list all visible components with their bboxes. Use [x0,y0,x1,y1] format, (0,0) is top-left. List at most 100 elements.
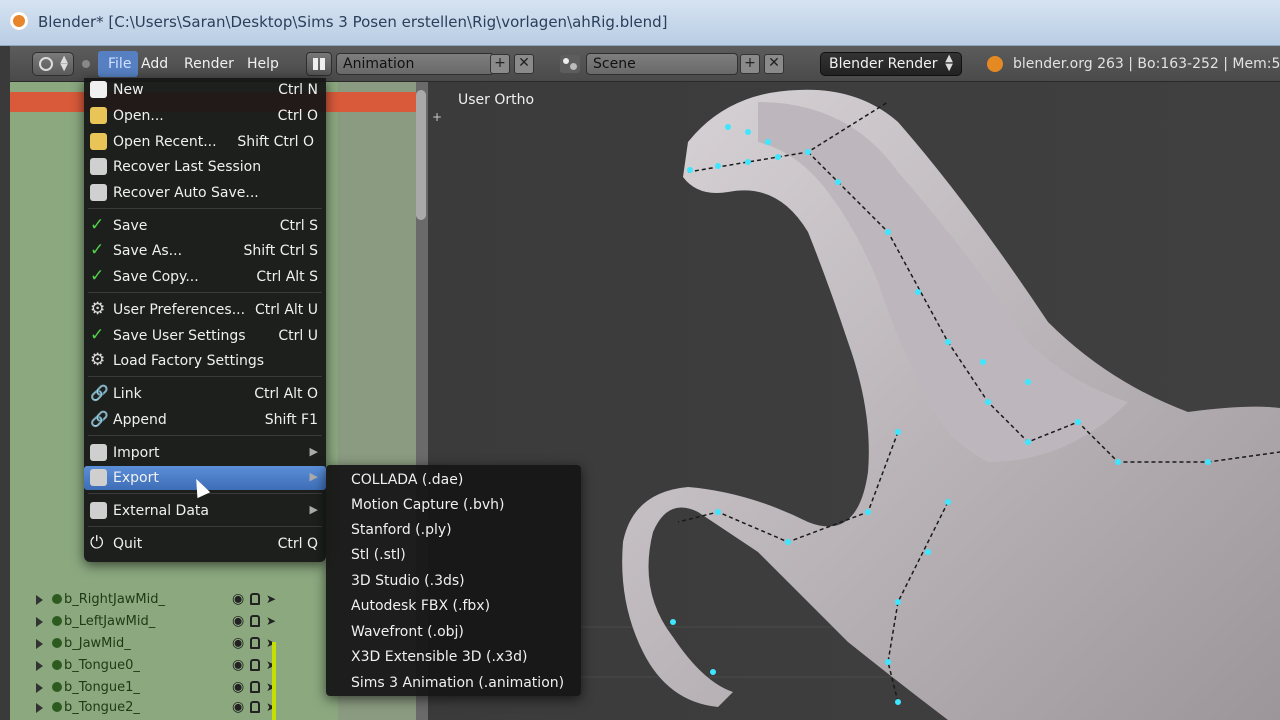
file-menu-item-save-user-settings[interactable]: ✓ Save User Settings Ctrl U [84,324,326,348]
file-menu-item-new[interactable]: New Ctrl N [84,78,326,102]
export-item-obj[interactable]: Wavefront (.obj) [326,619,581,644]
visibility-icon[interactable]: ◉ [232,591,244,607]
menu-render[interactable]: Render [184,56,234,72]
scene-field[interactable]: Scene [586,53,738,75]
bone-name[interactable]: b_Tongue1_ [64,680,140,695]
lock-icon[interactable] [250,593,260,605]
visibility-icon[interactable]: ◉ [232,613,244,629]
file-menu-item-save-as[interactable]: ✓ Save As... Shift Ctrl S [84,239,326,263]
file-menu-item-link[interactable]: 🔗 Link Ctrl Alt O [84,382,326,406]
timeline-marker-strip [272,642,276,720]
factory-settings-icon: ⚙ [90,350,106,370]
file-menu-item-save[interactable]: ✓ Save Ctrl S [84,214,326,238]
file-menu-item-append[interactable]: 🔗 Append Shift F1 [84,408,326,432]
scene-icon[interactable] [560,55,580,73]
outliner-row[interactable]: b_Tongue2_ ◉ ➤ [26,698,416,720]
export-icon [90,469,107,486]
lock-icon[interactable] [250,615,260,627]
menu-item-shortcut: Ctrl S [279,218,318,234]
bone-icon [52,702,62,712]
export-item-fbx[interactable]: Autodesk FBX (.fbx) [326,593,581,618]
lock-icon[interactable] [250,637,260,649]
visibility-icon[interactable]: ◉ [232,635,244,651]
screen-layout-icon[interactable] [306,52,332,76]
menu-item-shortcut: Ctrl Alt O [254,386,318,402]
menu-item-label: Wavefront (.obj) [351,624,464,640]
menu-item-label: Save User Settings [113,328,246,344]
remove-scene-icon[interactable]: ✕ [764,54,784,74]
export-item-ply[interactable]: Stanford (.ply) [326,517,581,542]
export-item-collada[interactable]: COLLADA (.dae) [326,467,581,492]
lock-icon[interactable] [250,701,260,713]
menu-separator [88,292,322,293]
remove-layout-icon[interactable]: ✕ [514,54,534,74]
menu-item-label: Open Recent... [113,134,217,150]
checkmark-icon: ✓ [90,240,105,260]
menu-item-shortcut: Shift Ctrl O [237,134,314,150]
menu-item-label: Export [113,470,159,486]
bone-name[interactable]: b_LeftJawMid_ [64,614,155,629]
bone-name[interactable]: b_RightJawMid_ [64,592,165,607]
export-item-stl[interactable]: Stl (.stl) [326,542,581,567]
file-menu-item-save-copy[interactable]: ✓ Save Copy... Ctrl Alt S [84,265,326,289]
expand-arrow-icon[interactable] [36,617,43,627]
select-arrow-icon[interactable]: ➤ [266,614,276,628]
file-menu-item-external-data[interactable]: External Data ▶ [84,499,326,523]
folder-icon [90,107,107,124]
export-item-bvh[interactable]: Motion Capture (.bvh) [326,492,581,517]
bone-name[interactable]: b_JawMid_ [64,636,131,651]
power-icon: ⏻ [90,533,104,553]
menu-item-label: Append [113,412,167,428]
submenu-arrow-icon: ▶ [309,445,318,458]
file-menu-item-quit[interactable]: ⏻ Quit Ctrl Q [84,532,326,556]
expand-arrow-icon[interactable] [36,703,43,713]
submenu-arrow-icon: ▶ [309,470,318,483]
menu-item-shortcut: Ctrl Alt S [256,269,318,285]
visibility-icon[interactable]: ◉ [232,679,244,695]
expand-arrow-icon[interactable] [36,639,43,649]
menu-item-label: Stanford (.ply) [351,522,452,538]
menu-add[interactable]: Add [141,56,168,72]
outliner-scrollbar[interactable] [416,90,426,220]
file-menu-item-open-recent[interactable]: Open Recent... Shift Ctrl O [84,130,326,154]
menu-file[interactable]: File [98,51,138,77]
lock-icon[interactable] [250,681,260,693]
menu-item-label: Recover Auto Save... [113,185,259,201]
visibility-icon[interactable]: ◉ [232,699,244,715]
expand-arrow-icon[interactable] [36,661,43,671]
menu-help[interactable]: Help [247,56,279,72]
file-menu-item-user-preferences[interactable]: ⚙ User Preferences... Ctrl Alt U [84,298,326,322]
export-item-sims3-animation[interactable]: Sims 3 Animation (.animation) [326,670,581,695]
up-down-arrows-icon: ▲ ▼ [945,53,953,73]
file-menu-item-import[interactable]: Import ▶ [84,441,326,465]
add-scene-icon[interactable]: + [740,54,760,74]
bone-name[interactable]: b_Tongue0_ [64,658,140,673]
expand-arrow-icon[interactable] [36,683,43,693]
lock-icon[interactable] [250,659,260,671]
save-copy-icon: ✓ [90,266,105,286]
export-item-3ds[interactable]: 3D Studio (.3ds) [326,568,581,593]
menu-item-label: Link [113,386,142,402]
render-engine-select[interactable]: Blender Render ▲ ▼ [820,52,962,76]
file-menu-item-open[interactable]: Open... Ctrl O [84,104,326,128]
file-menu-item-load-factory-settings[interactable]: ⚙ Load Factory Settings [84,349,326,373]
header-collapse-dot[interactable] [82,60,90,68]
folder-icon [90,133,107,150]
editor-type-button[interactable]: ▲ ▼ [32,52,74,76]
expand-arrow-icon[interactable] [36,595,43,605]
visibility-icon[interactable]: ◉ [232,657,244,673]
menu-item-label: New [113,82,144,98]
up-down-arrows-icon: ▲ ▼ [60,54,68,73]
menu-item-shortcut: Ctrl Q [277,536,318,552]
menu-item-label: Recover Last Session [113,159,262,175]
menu-item-label: Stl (.stl) [351,547,406,563]
file-menu-item-recover-last-session[interactable]: Recover Last Session [84,155,326,179]
export-item-x3d[interactable]: X3D Extensible 3D (.x3d) [326,644,581,669]
add-layout-icon[interactable]: + [490,54,510,74]
bone-icon [52,638,62,648]
import-icon [90,444,107,461]
file-menu-item-recover-auto-save[interactable]: Recover Auto Save... [84,181,326,205]
select-arrow-icon[interactable]: ➤ [266,592,276,606]
bone-name[interactable]: b_Tongue2_ [64,700,140,715]
screen-layout-field[interactable]: Animation [336,53,494,75]
